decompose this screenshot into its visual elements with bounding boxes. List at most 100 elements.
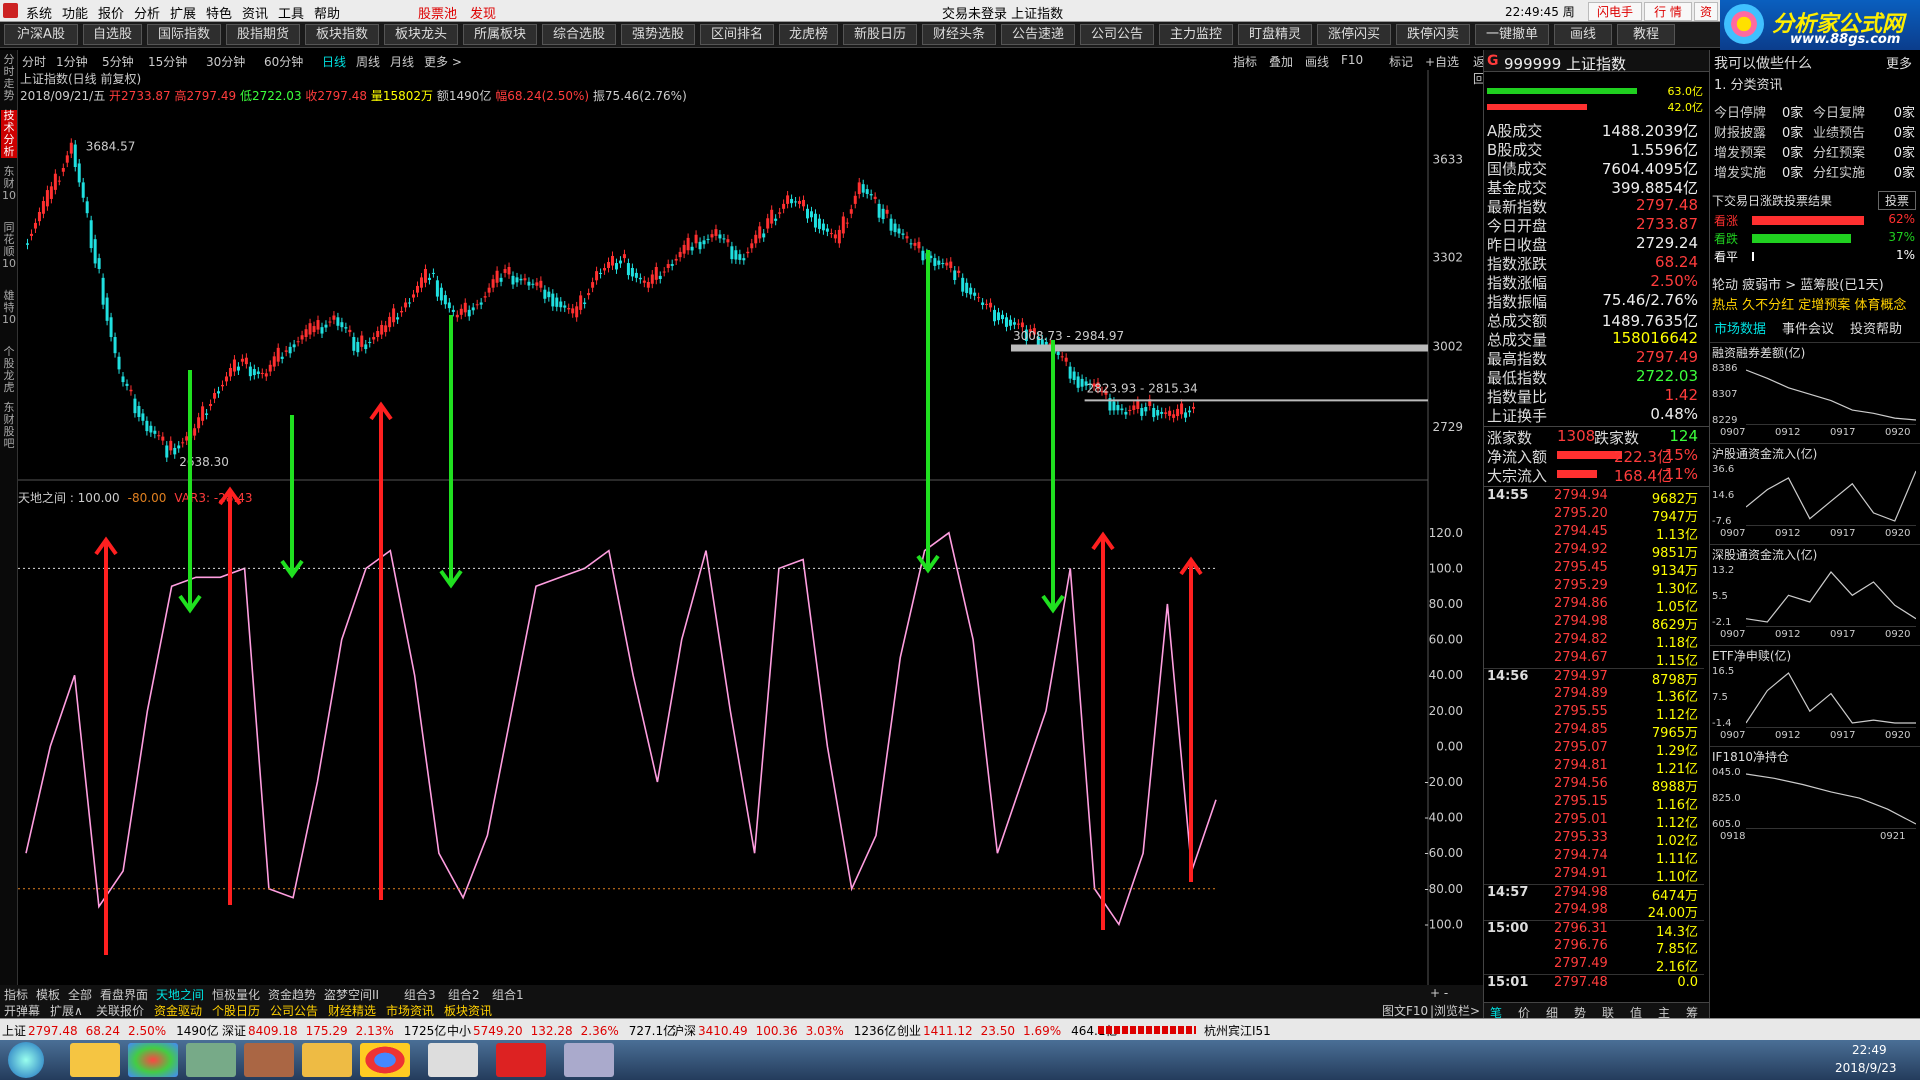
toolbar-btn-13[interactable]: 公告速递 xyxy=(1001,24,1075,45)
hot-topics-text[interactable]: 热点 久不分红 定增预案 体育概念 xyxy=(1712,294,1920,313)
index-ticker[interactable]: 深证 8409.18 175.29 2.13% 1725亿 xyxy=(222,1022,446,1039)
index-ticker[interactable]: 创业 1411.12 23.50 1.69% 464.1亿 xyxy=(897,1022,1117,1039)
toolbar-btn-3[interactable]: 股指期货 xyxy=(226,24,300,45)
menu-red-item-0[interactable]: 股票池 xyxy=(418,3,457,22)
calculator-icon[interactable] xyxy=(186,1043,236,1077)
ticker-value: 8409.18 xyxy=(248,1024,298,1038)
toolbar-btn-11[interactable]: 新股日历 xyxy=(843,24,917,45)
f10-button[interactable]: 图文F10 xyxy=(1382,1002,1428,1019)
candle xyxy=(722,233,726,244)
menu-item-0[interactable]: 系统 xyxy=(26,3,52,22)
menu-item-8[interactable]: 帮助 xyxy=(314,3,340,22)
colorful-app-icon[interactable] xyxy=(128,1043,178,1077)
info-tab-1[interactable]: 扩展∧ xyxy=(50,1002,83,1019)
leftnav-item-6[interactable]: 东财股吧 xyxy=(1,402,17,450)
toolbar-btn-2[interactable]: 国际指数 xyxy=(147,24,221,45)
mini-chart-line xyxy=(1746,672,1916,724)
kt-app-icon[interactable] xyxy=(428,1043,478,1077)
toolbar-btn-18[interactable]: 跌停闪卖 xyxy=(1396,24,1470,45)
index-ticker[interactable]: 上证 2797.48 68.24 2.50% 1490亿 xyxy=(2,1022,219,1039)
candle xyxy=(328,317,332,327)
info-tab-5[interactable]: 公司公告 xyxy=(270,1002,318,1019)
leftnav-item-4[interactable]: 雄特10 xyxy=(1,290,17,326)
toolbar-btn-20[interactable]: 画线 xyxy=(1554,24,1612,45)
tick-time: 15:01 xyxy=(1487,975,1529,990)
candle xyxy=(300,330,304,344)
tick-price: 2794.74 xyxy=(1554,848,1608,863)
candle xyxy=(985,299,989,310)
menu-item-1[interactable]: 功能 xyxy=(62,3,88,22)
menu-red-item-1[interactable]: 发现 xyxy=(470,3,496,22)
toolbar-btn-8[interactable]: 强势选股 xyxy=(621,24,695,45)
mini-x-label: 0920 xyxy=(1885,528,1911,539)
chart-tool-5[interactable]: +自选 xyxy=(1425,53,1459,70)
menu-item-4[interactable]: 扩展 xyxy=(170,3,196,22)
side-link-2[interactable]: 投资帮助 xyxy=(1850,318,1902,337)
chart-tool-3[interactable]: F10 xyxy=(1341,53,1363,67)
toolbar-btn-6[interactable]: 所属板块 xyxy=(463,24,537,45)
toolbar-btn-7[interactable]: 综合选股 xyxy=(542,24,616,45)
chrome-icon[interactable] xyxy=(360,1043,410,1077)
candle xyxy=(324,320,328,332)
menu-right-1[interactable]: 闪电手 xyxy=(1588,2,1642,21)
info-tab-7[interactable]: 市场资讯 xyxy=(386,1002,434,1019)
side-menu-1[interactable]: 1. 分类资讯 xyxy=(1714,74,1783,93)
leftnav-item-3[interactable]: 同花顺10 xyxy=(1,222,17,270)
vote-button[interactable]: 投票 xyxy=(1877,191,1916,210)
candle xyxy=(376,326,380,342)
menu-item-5[interactable]: 特色 xyxy=(206,3,232,22)
side-question[interactable]: 我可以做些什么 xyxy=(1714,53,1812,73)
index-ticker[interactable]: 沪深 3410.49 100.36 3.03% 1236亿 xyxy=(672,1022,896,1039)
side-more-link[interactable]: 更多 xyxy=(1886,53,1912,72)
info-tab-2[interactable]: 关联报价 xyxy=(96,1002,144,1019)
red-app-icon[interactable] xyxy=(496,1043,546,1077)
toolbar-btn-14[interactable]: 公司公告 xyxy=(1080,24,1154,45)
start-button[interactable] xyxy=(8,1042,44,1078)
toolbar-btn-12[interactable]: 财经头条 xyxy=(922,24,996,45)
toolbar-btn-4[interactable]: 板块指数 xyxy=(305,24,379,45)
chart-tool-1[interactable]: 叠加 xyxy=(1269,53,1293,70)
toolbar-btn-19[interactable]: 一键撤单 xyxy=(1475,24,1549,45)
toolbar-btn-17[interactable]: 涨停闪买 xyxy=(1317,24,1391,45)
toolbar-btn-0[interactable]: 沪深A股 xyxy=(4,24,78,45)
info-tab-4[interactable]: 个股日历 xyxy=(212,1002,260,1019)
leftnav-item-2[interactable]: 东财10 xyxy=(1,166,17,202)
leftnav-item-0[interactable]: 分时走势 xyxy=(1,54,17,102)
menu-right-2[interactable]: 行 情 xyxy=(1644,2,1692,21)
side-link-1[interactable]: 事件会议 xyxy=(1782,318,1834,337)
chart-tool-2[interactable]: 画线 xyxy=(1305,53,1329,70)
toolbar-btn-21[interactable]: 教程 xyxy=(1617,24,1675,45)
browse-bar-button[interactable]: |浏览栏> xyxy=(1430,1002,1480,1019)
menu-item-2[interactable]: 报价 xyxy=(98,3,124,22)
info-tab-8[interactable]: 板块资讯 xyxy=(444,1002,492,1019)
toolbar-btn-1[interactable]: 自选股 xyxy=(83,24,142,45)
toolbar-btn-9[interactable]: 区间排名 xyxy=(700,24,774,45)
quote-row-label: 国债成交 xyxy=(1487,160,1548,178)
tick-volume: 9851万 xyxy=(1651,546,1698,561)
menu-right-3[interactable]: 资 xyxy=(1694,2,1718,21)
globe-app-icon[interactable] xyxy=(564,1043,614,1077)
index-ticker[interactable]: 中小 5749.20 132.28 2.36% 727.1亿 xyxy=(447,1022,675,1039)
info-tab-6[interactable]: 财经精选 xyxy=(328,1002,376,1019)
explorer-icon[interactable] xyxy=(70,1043,120,1077)
kline-chart[interactable]: 3633 3302 3002 2729 3684.57 2638.30 3008.73 - … xyxy=(18,70,1483,1005)
menu-item-3[interactable]: 分析 xyxy=(134,3,160,22)
toolbar-btn-16[interactable]: 盯盘精灵 xyxy=(1238,24,1312,45)
info-tab-0[interactable]: 开弹幕 xyxy=(4,1002,40,1019)
stock-app-icon[interactable] xyxy=(244,1043,294,1077)
toolbar-btn-15[interactable]: 主力监控 xyxy=(1159,24,1233,45)
side-link-0[interactable]: 市场数据 xyxy=(1714,318,1766,337)
toolbar-btn-5[interactable]: 板块龙头 xyxy=(384,24,458,45)
zoom-controls[interactable]: + - xyxy=(1430,986,1448,1000)
menu-item-6[interactable]: 资讯 xyxy=(242,3,268,22)
mini-y-label: 7.5 xyxy=(1712,692,1728,703)
info-tab-3[interactable]: 资金驱动 xyxy=(154,1002,202,1019)
toolbar-btn-10[interactable]: 龙虎榜 xyxy=(779,24,838,45)
chart-tool-0[interactable]: 指标 xyxy=(1233,53,1257,70)
chart-tool-4[interactable]: 标记 xyxy=(1389,53,1413,70)
leftnav-item-5[interactable]: 个股龙虎 xyxy=(1,346,17,394)
leftnav-item-1[interactable]: 技术分析 xyxy=(1,110,17,158)
tool-icon[interactable] xyxy=(302,1043,352,1077)
tick-price: 2794.91 xyxy=(1554,866,1608,881)
menu-item-7[interactable]: 工具 xyxy=(278,3,304,22)
